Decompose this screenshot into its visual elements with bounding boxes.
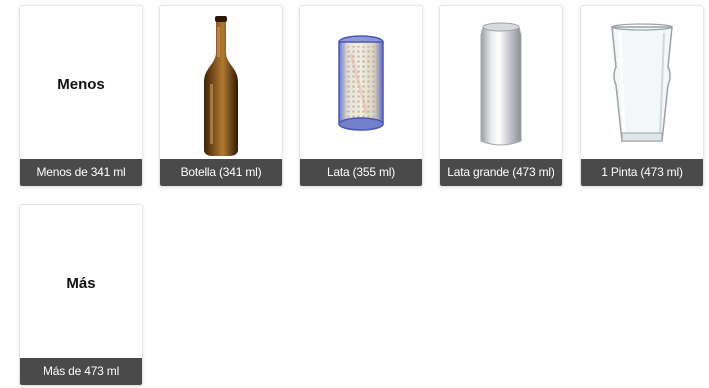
option-media — [300, 6, 422, 162]
option-card-lata[interactable]: Lata (355 ml) — [299, 5, 423, 187]
pint-glass-icon — [611, 23, 673, 142]
option-label: Menos de 341 ml — [20, 159, 142, 186]
tall-can-icon — [480, 22, 522, 145]
option-label: Lata grande (473 ml) — [440, 159, 562, 186]
option-media — [440, 6, 562, 162]
option-card-botella[interactable]: Botella (341 ml) — [159, 5, 283, 187]
option-media: Más — [20, 205, 142, 361]
menos-text: Menos — [57, 75, 105, 93]
beer-bottle-icon — [204, 15, 238, 156]
drink-size-option-grid: Menos Menos de 341 ml Botella (341 ml) L… — [0, 0, 709, 388]
beer-can-icon — [338, 35, 384, 131]
option-card-pinta[interactable]: 1 Pinta (473 ml) — [580, 5, 704, 187]
option-card-lata-grande[interactable]: Lata grande (473 ml) — [439, 5, 563, 187]
option-media — [160, 6, 282, 162]
option-label: Lata (355 ml) — [300, 159, 422, 186]
mas-text: Más — [66, 274, 96, 292]
option-card-mas[interactable]: Más Más de 473 ml — [19, 204, 143, 386]
option-label: Botella (341 ml) — [160, 159, 282, 186]
option-media — [581, 6, 703, 162]
option-label: 1 Pinta (473 ml) — [581, 159, 703, 186]
option-label: Más de 473 ml — [20, 358, 142, 385]
option-media: Menos — [20, 6, 142, 162]
option-card-menos[interactable]: Menos Menos de 341 ml — [19, 5, 143, 187]
